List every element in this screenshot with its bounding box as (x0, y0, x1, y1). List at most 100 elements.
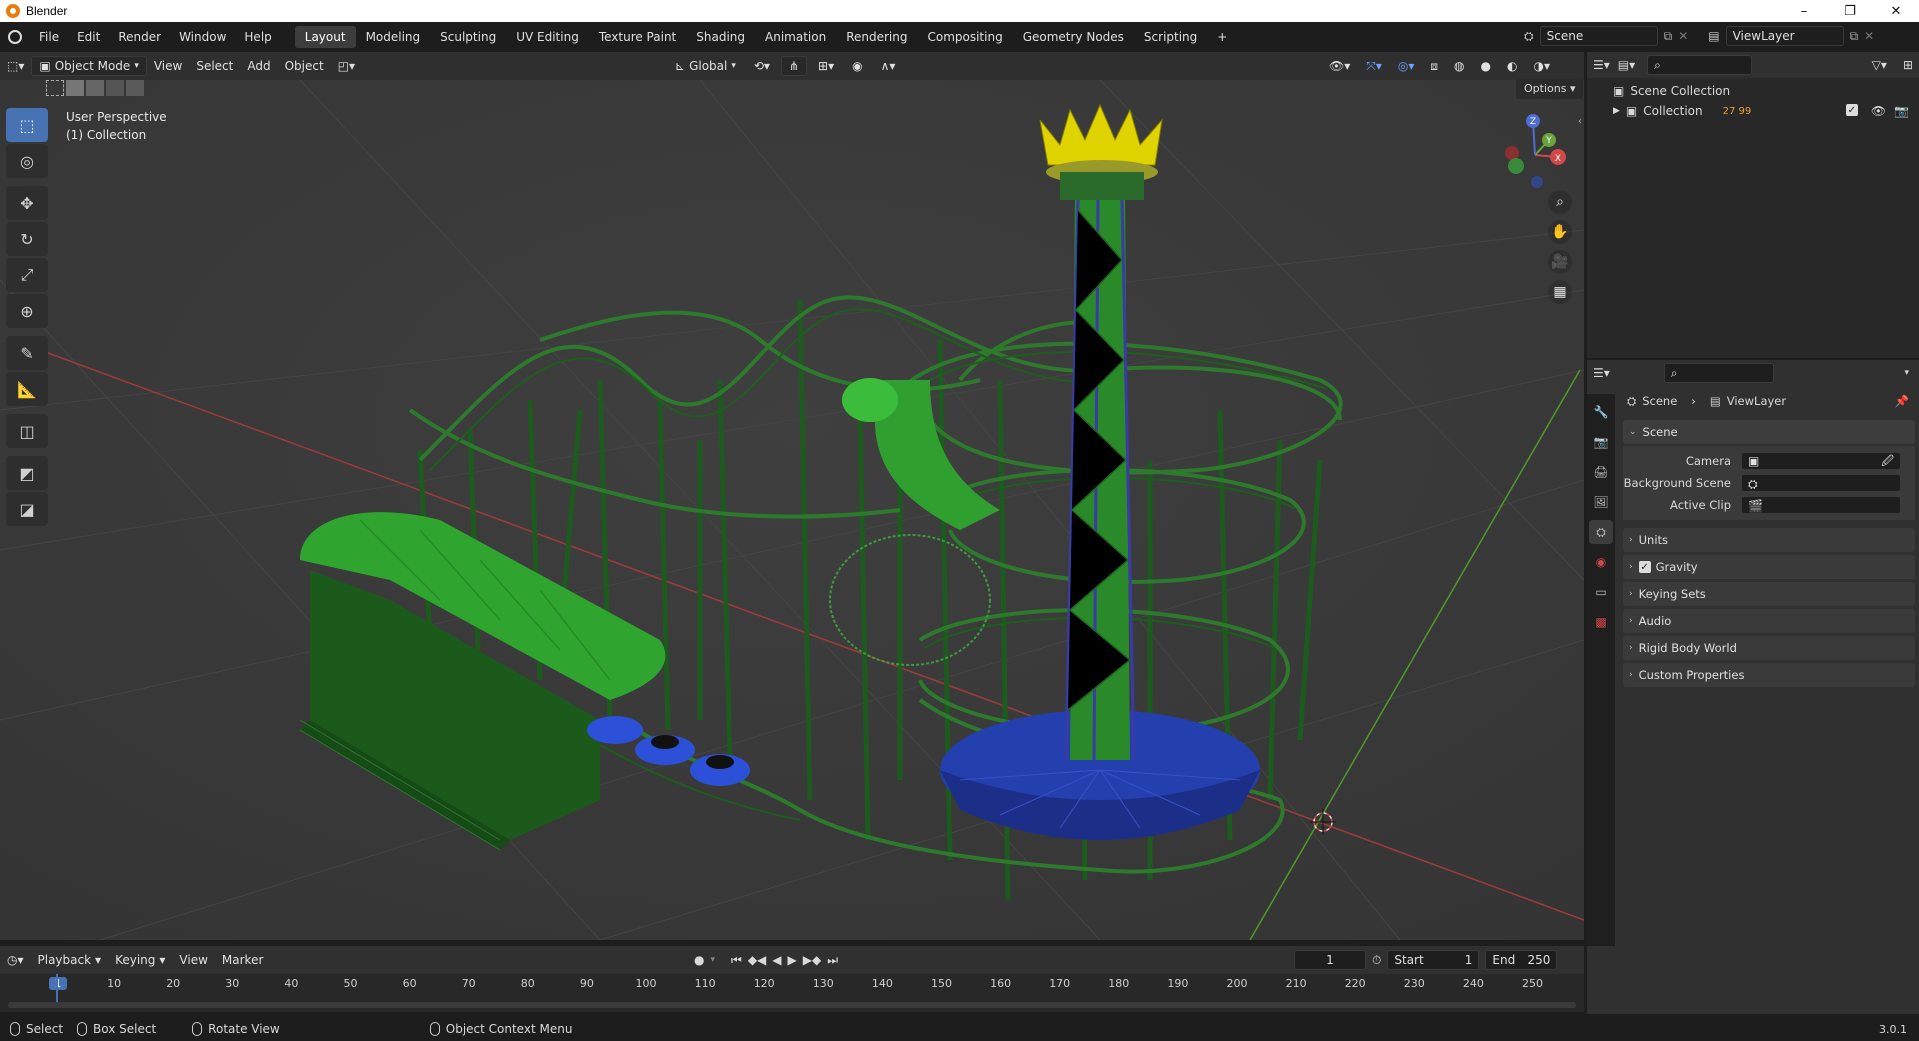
select-extend-icon[interactable] (66, 80, 84, 96)
workspace-tab-compositing[interactable]: Compositing (917, 26, 1012, 48)
new-viewlayer-icon[interactable]: ⧉ (1850, 29, 1859, 44)
camera-render-icon[interactable]: 📷 (1894, 104, 1909, 118)
workspace-tab-sculpting[interactable]: Sculpting (430, 26, 506, 48)
select-new-icon[interactable] (46, 80, 64, 96)
menu-file[interactable]: File (30, 26, 68, 48)
select-box-tool-icon[interactable]: ⬚ (6, 108, 48, 142)
snap-target-icon[interactable]: ⊞▾ (811, 56, 841, 76)
workspace-tab-uv-editing[interactable]: UV Editing (506, 26, 589, 48)
new-scene-icon[interactable]: ⧉ (1664, 29, 1673, 44)
record-icon[interactable]: ● (694, 953, 704, 967)
blender-menu-icon[interactable] (0, 26, 30, 48)
outliner-collection-row[interactable]: ▶ ▣ Collection 27 99 ✓ 👁 📷 (1587, 100, 1919, 122)
world-tab-icon[interactable]: ◉ (1589, 550, 1613, 574)
menu-edit[interactable]: Edit (68, 26, 109, 48)
transform-orientation[interactable]: ⊾ Global ▾ (668, 56, 743, 76)
outliner-editor-type-icon[interactable]: ☰▾ (1593, 58, 1610, 72)
camera-field[interactable]: ▣ 🖉 (1741, 452, 1901, 470)
select-invert-icon[interactable] (106, 80, 124, 96)
keying-sets-panel-header[interactable]: › Keying Sets (1623, 582, 1915, 606)
next-keyframe-icon[interactable]: ▶◆ (803, 953, 821, 967)
output-tab-icon[interactable]: 🖨 (1589, 460, 1613, 484)
chevron-down-icon[interactable]: ▾ (1904, 368, 1909, 378)
zoom-view-icon[interactable]: ⌕ (1548, 190, 1572, 214)
properties-search-input[interactable]: ⌕ (1663, 363, 1774, 383)
select-intersect-icon[interactable] (126, 80, 144, 96)
material-shading-icon[interactable]: ◐ (1500, 56, 1524, 76)
properties-editor-type-icon[interactable]: ☰▾ (1593, 366, 1610, 380)
select-subtract-icon[interactable] (86, 80, 104, 96)
end-frame-field[interactable]: End 250 (1485, 950, 1558, 970)
rendered-shading-icon[interactable]: ◑▾ (1526, 56, 1557, 76)
workspace-tab-modeling[interactable]: Modeling (356, 26, 431, 48)
outliner-scene-collection[interactable]: ▣ Scene Collection (1587, 78, 1919, 98)
collection-tab-icon[interactable]: ▭ (1589, 580, 1613, 604)
camera-view-icon[interactable]: 🎥 (1548, 250, 1572, 274)
workspace-tab-layout[interactable]: Layout (294, 26, 356, 48)
audio-panel-header[interactable]: › Audio (1623, 609, 1915, 633)
play-icon[interactable]: ▶ (788, 953, 797, 967)
viewport-menu-object[interactable]: Object (278, 56, 331, 76)
scene-panel-header[interactable]: ⌄ Scene (1623, 420, 1915, 444)
timeline-area[interactable]: 1 10 20 30 40 50 60 70 80 90 100 110 120 130 140 150 160… (0, 974, 1584, 1012)
solid-shading-icon[interactable]: ● (1474, 56, 1498, 76)
delete-viewlayer-icon[interactable]: ✕ (1864, 29, 1874, 43)
active-clip-field[interactable]: 🎬 (1741, 496, 1901, 514)
rigid-body-world-panel-header[interactable]: › Rigid Body World (1623, 636, 1915, 660)
viewport-menu-add[interactable]: Add (240, 56, 277, 76)
mode-selector[interactable]: ▣ Object Mode ▾ (31, 56, 147, 76)
jump-end-icon[interactable]: ⏭ (827, 953, 838, 968)
eyedropper-icon[interactable]: 🖉 (1881, 452, 1894, 470)
workspace-tab-geometry-nodes[interactable]: Geometry Nodes (1013, 26, 1134, 48)
wireframe-shading-icon[interactable]: ◍ (1447, 56, 1471, 76)
minimize-button[interactable]: – (1781, 0, 1827, 22)
filter-icon[interactable]: ▽▾ (1872, 58, 1887, 72)
timeline-ruler[interactable]: 1 10 20 30 40 50 60 70 80 90 100 110 120 130 140 150 160… (0, 974, 1584, 994)
expand-arrow-icon[interactable]: ▶ (1613, 106, 1620, 116)
options-dropdown[interactable]: Options ▾ (1516, 79, 1584, 99)
snap-toggle-icon[interactable]: ⋔ (780, 56, 808, 76)
timeline-menu-keying[interactable]: Keying ▾ (108, 950, 172, 970)
rotate-tool-icon[interactable]: ↻ (6, 222, 48, 256)
measure-tool-icon[interactable]: 📐 (6, 372, 48, 406)
timeline-menu-playback[interactable]: Playback ▾ (31, 950, 109, 970)
menu-help[interactable]: Help (235, 26, 280, 48)
gravity-panel-header[interactable]: › ✓ Gravity (1623, 555, 1915, 579)
timeline-menu-view[interactable]: View (172, 950, 214, 970)
pivot-icon[interactable]: ⟲▾ (747, 56, 777, 76)
timeline-editor-type-icon[interactable]: ◷▾ (0, 950, 31, 970)
prev-keyframe-icon[interactable]: ◆◀ (748, 953, 766, 967)
workspace-tab-scripting[interactable]: Scripting (1134, 26, 1207, 48)
scene-tab-icon[interactable]: ⛭ (1589, 520, 1613, 544)
view-layer-tab-icon[interactable]: 🖼 (1589, 490, 1613, 514)
gpencil-icon[interactable]: ◰▾ (331, 56, 362, 76)
workspace-tab-shading[interactable]: Shading (686, 26, 755, 48)
gizmo-toggle-icon[interactable]: ⤧▾ (1359, 56, 1389, 76)
pin-icon[interactable]: 📌 (1895, 394, 1909, 408)
gravity-checkbox[interactable]: ✓ (1638, 561, 1651, 573)
current-frame-field[interactable]: 1 (1294, 950, 1366, 970)
menu-window[interactable]: Window (170, 26, 235, 48)
annotate-tool-icon[interactable]: ✎ (6, 336, 48, 370)
scene-selector[interactable]: Scene (1539, 26, 1658, 46)
workspace-tab-rendering[interactable]: Rendering (836, 26, 917, 48)
workspace-tab-texture-paint[interactable]: Texture Paint (589, 26, 686, 48)
render-tab-icon[interactable]: 📷 (1589, 430, 1613, 454)
timeline-menu-marker[interactable]: Marker (215, 950, 270, 970)
custom-properties-panel-header[interactable]: › Custom Properties (1623, 663, 1915, 687)
clock-icon[interactable]: ⏱ (1372, 953, 1381, 968)
playhead[interactable] (56, 974, 58, 1002)
cursor-tool-icon[interactable]: ◎ (6, 144, 48, 178)
workspace-tab-animation[interactable]: Animation (755, 26, 836, 48)
delete-scene-icon[interactable]: ✕ (1678, 29, 1688, 43)
start-frame-field[interactable]: Start 1 (1387, 950, 1480, 970)
sidebar-toggle-chevron-icon[interactable]: ‹ (1578, 116, 1582, 127)
exclude-checkbox-icon[interactable]: ✓ (1845, 104, 1858, 116)
tool-tab-icon[interactable]: 🔧 (1589, 400, 1613, 424)
viewport-menu-view[interactable]: View (147, 56, 189, 76)
background-scene-field[interactable]: ⛭ (1741, 474, 1901, 492)
knife-tool-icon[interactable]: ◪ (6, 492, 48, 526)
new-collection-icon[interactable]: ⊞ (1903, 58, 1913, 72)
outliner-display-mode-icon[interactable]: ▤▾ (1618, 58, 1635, 72)
pan-view-icon[interactable]: ✋ (1548, 220, 1572, 244)
